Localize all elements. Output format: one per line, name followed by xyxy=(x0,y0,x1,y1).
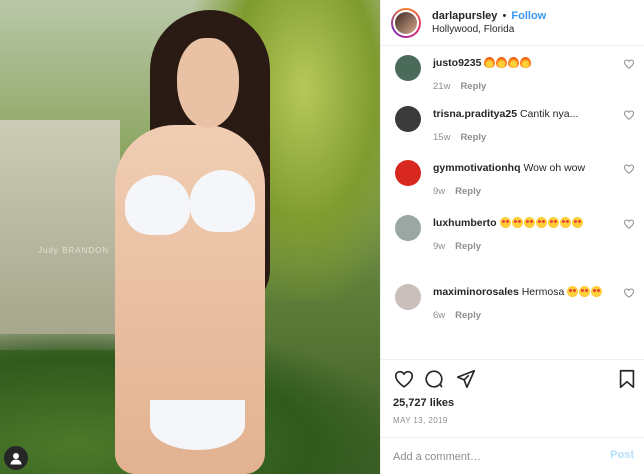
comment-input[interactable] xyxy=(391,445,595,469)
fire-emoji-icon xyxy=(484,57,496,68)
comment-username[interactable]: luxhumberto xyxy=(433,217,497,229)
location-link[interactable]: Hollywood, Florida xyxy=(432,24,546,35)
comment-age[interactable]: 21w xyxy=(433,81,450,92)
bikini-top-left xyxy=(125,175,190,235)
comment-username[interactable]: trisna.praditya25 xyxy=(433,108,517,120)
avatar[interactable] xyxy=(391,7,421,38)
star-struck-emoji-icon xyxy=(535,217,547,228)
fire-emoji-icon xyxy=(508,57,520,68)
comment-age[interactable]: 15w xyxy=(433,132,450,143)
star-struck-emoji-icon xyxy=(511,217,523,228)
comment-avatar[interactable] xyxy=(395,160,421,186)
comment-like-heart-icon[interactable] xyxy=(623,57,635,69)
comment-avatar[interactable] xyxy=(395,106,421,132)
star-struck-emoji-icon xyxy=(591,286,603,297)
comment-avatar[interactable] xyxy=(395,55,421,81)
comment-username[interactable]: justo9235 xyxy=(433,57,481,69)
star-struck-emoji-icon xyxy=(567,286,579,297)
reply-button[interactable]: Reply xyxy=(455,186,481,197)
header-username[interactable]: darlapursley xyxy=(432,10,497,22)
comment-text: Wow oh wow xyxy=(523,162,586,174)
comment-body: luxhumberto 9w Reply xyxy=(433,215,613,255)
action-bar: 25,727 likes MAY 13, 2019 xyxy=(381,359,644,438)
comment-avatar[interactable] xyxy=(395,215,421,241)
star-struck-emoji-icon xyxy=(579,286,591,297)
fire-emoji-icon xyxy=(520,57,532,68)
comment-age[interactable]: 9w xyxy=(433,241,445,252)
face xyxy=(177,38,239,128)
post-header: darlapursley • Follow Hollywood, Florida xyxy=(381,0,644,46)
comment-meta: 9w Reply xyxy=(433,239,613,255)
comment-username[interactable]: gymmotivationhq xyxy=(433,162,521,174)
comment-icon[interactable] xyxy=(423,368,445,390)
bookmark-icon[interactable] xyxy=(616,368,638,390)
comment-avatar[interactable] xyxy=(395,284,421,310)
photo-watermark: Judy BRANDON xyxy=(38,246,110,255)
comment-like-heart-icon[interactable] xyxy=(623,286,635,298)
model-figure xyxy=(95,10,295,474)
comment-meta: 9w Reply xyxy=(433,184,613,200)
comment-body: gymmotivationhq Wow oh wow 9w Reply xyxy=(433,160,613,200)
comment-like-heart-icon[interactable] xyxy=(623,108,635,120)
reply-button[interactable]: Reply xyxy=(455,241,481,252)
comment-age[interactable]: 6w xyxy=(433,310,445,321)
likes-count[interactable]: 25,727 likes xyxy=(393,397,454,409)
follow-button[interactable]: Follow xyxy=(511,10,546,22)
comment-body: trisna.praditya25 Cantik nya... 15w Reply xyxy=(433,106,613,146)
star-struck-emoji-icon xyxy=(523,217,535,228)
star-struck-emoji-icon xyxy=(547,217,559,228)
star-struck-emoji-icon xyxy=(559,217,571,228)
share-icon[interactable] xyxy=(455,368,477,390)
fire-emoji-icon xyxy=(496,57,508,68)
comment-text: Cantik nya... xyxy=(519,108,579,120)
post-date[interactable]: MAY 13, 2019 xyxy=(393,416,448,425)
comment-username[interactable]: maximinorosales xyxy=(433,286,519,298)
heart-icon[interactable] xyxy=(393,368,415,390)
profile-icon[interactable] xyxy=(4,446,28,470)
bikini-top-right xyxy=(190,170,255,232)
reply-button[interactable]: Reply xyxy=(460,132,486,143)
add-comment-bar: Post xyxy=(381,437,644,474)
comment-body: maximinorosales Hermosa 6w Reply xyxy=(433,284,613,324)
post-photo[interactable]: Judy BRANDON xyxy=(0,0,380,474)
reply-button[interactable]: Reply xyxy=(460,81,486,92)
star-struck-emoji-icon xyxy=(499,217,511,228)
post-panel: darlapursley • Follow Hollywood, Florida… xyxy=(380,0,644,474)
comment-text: Hermosa xyxy=(521,286,565,298)
header-separator: • xyxy=(502,10,507,22)
bikini-bottom xyxy=(150,400,245,450)
post-button[interactable]: Post xyxy=(610,449,634,461)
reply-button[interactable]: Reply xyxy=(455,310,481,321)
comment-meta: 21w Reply xyxy=(433,79,613,95)
comment-body: justo9235 21w Reply xyxy=(433,55,613,95)
comment-meta: 15w Reply xyxy=(433,130,613,146)
comment-age[interactable]: 9w xyxy=(433,186,445,197)
comment-meta: 6w Reply xyxy=(433,308,613,324)
comments-list[interactable]: justo9235 21w Reply trisna.praditya25 Cant… xyxy=(381,47,644,359)
star-struck-emoji-icon xyxy=(571,217,583,228)
comment-like-heart-icon[interactable] xyxy=(623,217,635,229)
comment-like-heart-icon[interactable] xyxy=(623,162,635,174)
